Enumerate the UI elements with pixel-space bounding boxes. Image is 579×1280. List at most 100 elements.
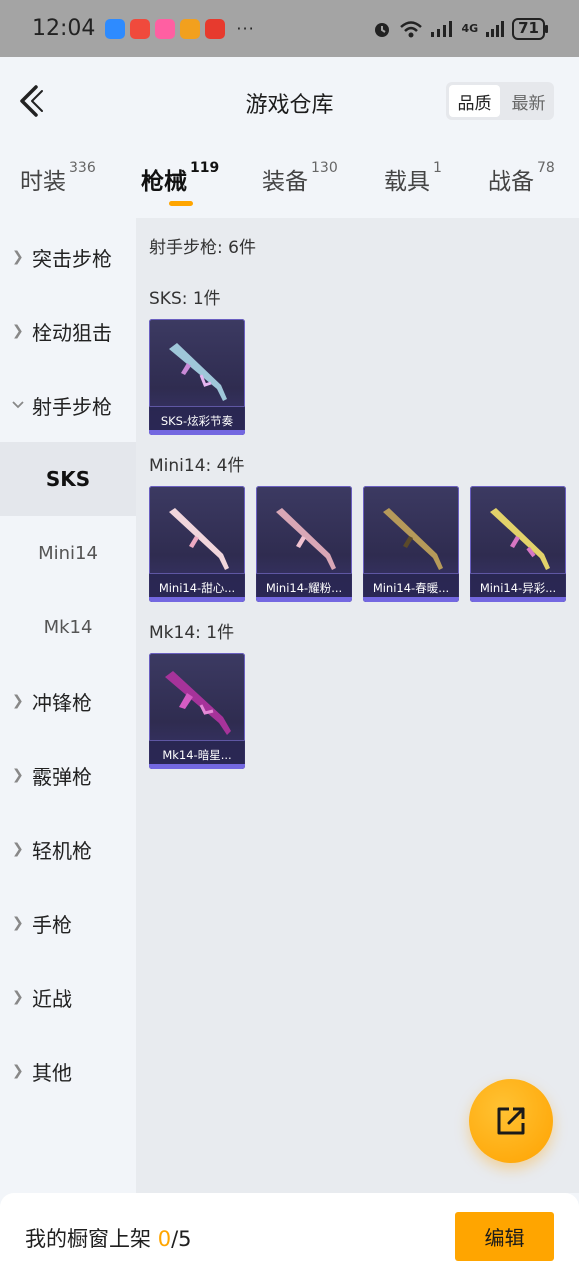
showcase-total: /5 — [171, 1227, 192, 1251]
active-tab-indicator — [169, 201, 193, 206]
tab-combat-gear[interactable]: 战备78 — [488, 160, 555, 196]
rarity-bar — [256, 597, 352, 602]
rarity-bar — [470, 597, 566, 602]
status-more: ··· — [236, 19, 255, 38]
tab-equipment[interactable]: 装备130 — [262, 160, 338, 196]
sidebar-item-shotgun[interactable]: ❯ 霰弹枪 — [0, 738, 136, 812]
chevron-right-icon: ❯ — [12, 915, 24, 931]
sidebar-item-bolt-sniper[interactable]: ❯ 栓动狙击 — [0, 294, 136, 368]
app-notification-icon — [205, 18, 226, 39]
app-notification-icon — [105, 18, 126, 39]
app-notification-icon — [130, 18, 151, 39]
sidebar-item-marksman-rifle[interactable]: 射手步枪 — [0, 368, 136, 442]
battery-indicator: 71 — [512, 17, 548, 40]
edit-button[interactable]: 编辑 — [455, 1212, 554, 1261]
chevron-right-icon: ❯ — [12, 1063, 24, 1079]
sidebar-item-pistol[interactable]: ❯ 手枪 — [0, 886, 136, 960]
chevron-right-icon: ❯ — [12, 249, 24, 265]
sidebar-item-label: 冲锋枪 — [32, 690, 92, 715]
sidebar-item-label: 其他 — [32, 1060, 72, 1085]
showcase-label: 我的橱窗上架 — [25, 1227, 151, 1251]
rifle-icon — [169, 343, 227, 401]
tab-fashion[interactable]: 时装336 — [20, 160, 96, 196]
chevron-right-icon: ❯ — [12, 323, 24, 339]
group-title-sks: SKS: 1件 — [149, 289, 221, 309]
tab-label: 枪械 — [141, 169, 187, 195]
sidebar-subitem-mini14[interactable]: Mini14 — [0, 516, 136, 590]
alarm-icon — [375, 22, 390, 37]
sidebar-subitem-sks[interactable]: SKS — [0, 442, 136, 516]
wifi-icon — [400, 20, 423, 37]
status-bar: 12:04 ··· 4G 71 — [0, 0, 579, 57]
status-time: 12:04 — [32, 16, 96, 41]
item-name: Mini14-甜心... — [158, 581, 236, 595]
rarity-bar — [149, 430, 245, 435]
rarity-bar — [149, 764, 245, 769]
chevron-right-icon: ❯ — [12, 767, 24, 783]
tab-label: 载具 — [384, 169, 430, 195]
sort-latest-option[interactable]: 最新 — [503, 82, 554, 120]
sidebar-item-label: 霰弹枪 — [32, 764, 92, 789]
tab-count: 1 — [433, 160, 442, 176]
sidebar-item-label: 手枪 — [32, 912, 72, 937]
network-type: 4G — [461, 22, 479, 35]
tab-count: 119 — [190, 160, 220, 176]
chevron-right-icon: ❯ — [12, 989, 24, 1005]
item-card[interactable]: Mini14-春暖... — [363, 486, 459, 602]
sidebar-item-assault-rifle[interactable]: ❯ 突击步枪 — [0, 220, 136, 294]
chevron-down-icon — [12, 401, 28, 409]
sidebar: ❯ 突击步枪 ❯ 栓动狙击 射手步枪 SKS Mini14 Mk14 ❯ 冲锋枪… — [0, 218, 136, 1193]
item-name: Mini14-异彩... — [479, 581, 557, 595]
item-list: 射手步枪: 6件 SKS: 1件 SKS-炫彩节奏 Mini14: 4件 Min… — [136, 218, 579, 1193]
app-notification-icon — [180, 18, 201, 39]
rifle-icon — [490, 508, 550, 570]
bottom-bar: 我的橱窗上架 0/5 编辑 — [0, 1193, 579, 1280]
item-card[interactable]: Mini14-耀粉... — [256, 486, 352, 602]
header: 游戏仓库 品质 最新 — [0, 57, 579, 147]
tab-vehicles[interactable]: 载具1 — [384, 160, 442, 196]
chevron-right-icon: ❯ — [12, 693, 24, 709]
group-title-mini14: Mini14: 4件 — [149, 456, 245, 476]
item-name: Mini14-耀粉... — [265, 581, 343, 595]
sort-toggle: 品质 最新 — [446, 82, 554, 120]
rifle-icon — [165, 671, 231, 735]
sidebar-item-label: 栓动狙击 — [32, 320, 112, 345]
app-notification-icon — [155, 18, 176, 39]
showcase-status: 我的橱窗上架 0/5 — [25, 1223, 192, 1253]
section-title: 射手步枪: 6件 — [149, 238, 256, 258]
item-name: Mini14-春暖... — [372, 581, 450, 595]
signal-icon — [486, 20, 505, 37]
item-card[interactable]: Mk14-暗星... — [149, 653, 245, 769]
sidebar-item-lmg[interactable]: ❯ 轻机枪 — [0, 812, 136, 886]
tab-count: 78 — [537, 160, 555, 176]
sort-quality-option[interactable]: 品质 — [449, 85, 500, 117]
chevron-right-icon: ❯ — [12, 841, 24, 857]
category-tabs: 时装336 枪械119 装备130 载具1 战备78 — [0, 150, 579, 218]
sidebar-item-label: 射手步枪 — [32, 394, 112, 419]
sidebar-item-smg[interactable]: ❯ 冲锋枪 — [0, 664, 136, 738]
sidebar-item-melee[interactable]: ❯ 近战 — [0, 960, 136, 1034]
sidebar-item-label: 轻机枪 — [32, 838, 92, 863]
signal-icon — [431, 20, 453, 37]
rarity-bar — [149, 597, 245, 602]
rifle-icon — [276, 508, 336, 570]
notification-icons: ··· — [105, 18, 255, 39]
item-name: SKS-炫彩节奏 — [160, 414, 234, 428]
tab-firearms[interactable]: 枪械119 — [141, 160, 220, 196]
group-title-mk14: Mk14: 1件 — [149, 623, 235, 643]
sidebar-item-label: 近战 — [32, 986, 72, 1011]
item-card[interactable]: SKS-炫彩节奏 — [149, 319, 245, 435]
item-card[interactable]: Mini14-甜心... — [149, 486, 245, 602]
tab-label: 装备 — [262, 169, 308, 195]
rifle-icon — [383, 508, 443, 570]
tab-count: 130 — [311, 160, 338, 176]
share-button[interactable] — [469, 1079, 553, 1163]
sidebar-item-label: 突击步枪 — [32, 246, 112, 271]
tab-count: 336 — [69, 160, 96, 176]
tab-label: 时装 — [20, 169, 66, 195]
sidebar-item-other[interactable]: ❯ 其他 — [0, 1034, 136, 1108]
sidebar-subitem-mk14[interactable]: Mk14 — [0, 590, 136, 664]
item-card[interactable]: Mini14-异彩... — [470, 486, 566, 602]
item-name: Mk14-暗星... — [162, 748, 232, 762]
rifle-icon — [169, 508, 229, 570]
